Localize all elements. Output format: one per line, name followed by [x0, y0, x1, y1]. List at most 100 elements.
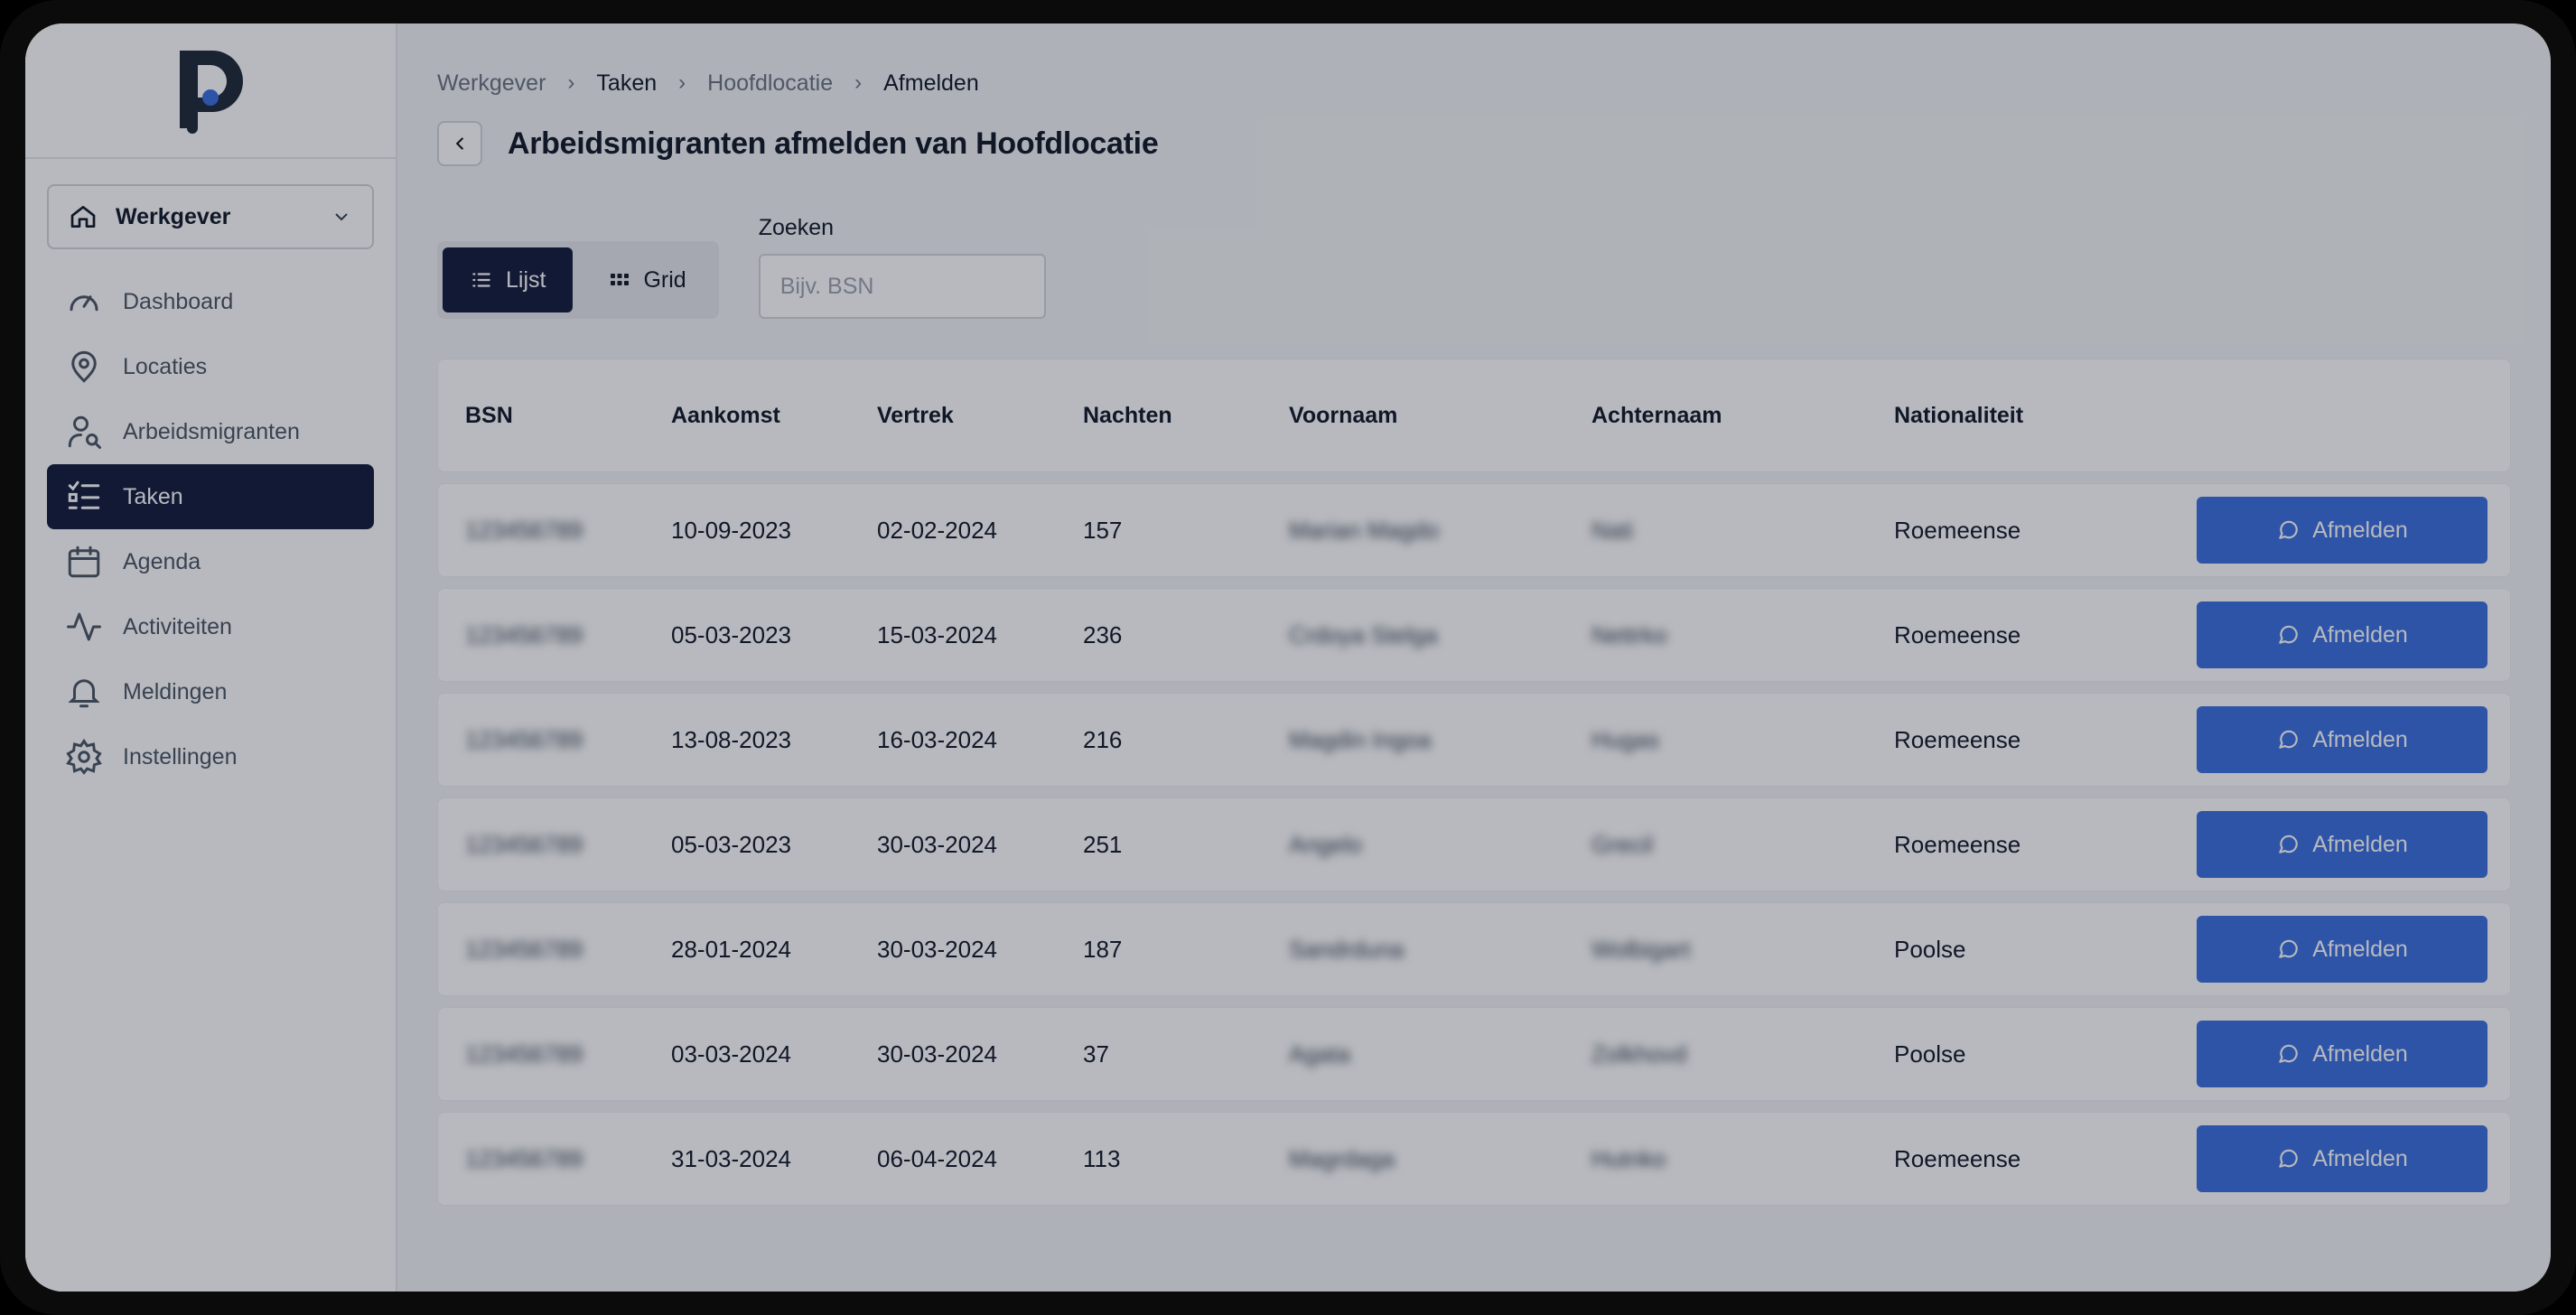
cell-achternaam: Nettrko: [1591, 620, 1667, 648]
grid-icon: [611, 274, 630, 285]
sidebar-item-taken[interactable]: Taken: [47, 464, 374, 529]
cell-bsn: 123456789: [465, 725, 583, 753]
cell-bsn: 123456789: [465, 1144, 583, 1172]
sidebar-item-activiteiten[interactable]: Activiteiten: [47, 594, 374, 659]
afmelden-button[interactable]: Afmelden: [2197, 497, 2487, 564]
device-frame: Werkgever Dashboard Locaties Arbeidsmigr…: [0, 0, 2576, 1315]
grid-view-button[interactable]: Grid: [582, 247, 713, 312]
sidebar-item-arbeidsmigranten[interactable]: Arbeidsmigranten: [47, 399, 374, 464]
sidebar-item-label: Meldingen: [123, 678, 228, 704]
cell-vertrek: 30-03-2024: [877, 1040, 997, 1068]
cell-nachten: 251: [1083, 830, 1123, 858]
afmelden-button[interactable]: Afmelden: [2197, 811, 2487, 878]
afmelden-label: Afmelden: [2312, 621, 2408, 648]
sidebar-item-label: Arbeidsmigranten: [123, 418, 300, 444]
workspace-label: Werkgever: [116, 203, 231, 229]
afmelden-label: Afmelden: [2312, 1145, 2408, 1171]
cell-voornaam: Angelo: [1289, 830, 1362, 858]
sidebar-item-label: Taken: [123, 483, 183, 509]
cell-vertrek: 02-02-2024: [877, 516, 997, 544]
cell-achternaam: Zolkhovd: [1591, 1040, 1687, 1068]
message-circle-icon: [2279, 730, 2298, 749]
cell-bsn: 123456789: [465, 935, 583, 963]
message-circle-icon: [2279, 1044, 2298, 1063]
cell-vertrek: 06-04-2024: [877, 1144, 997, 1172]
cell-nationaliteit: Poolse: [1894, 1040, 1966, 1068]
sidebar-item-label: Activiteiten: [123, 613, 232, 639]
column-header-nationaliteit: Nationaliteit: [1894, 402, 2024, 428]
cell-vertrek: 15-03-2024: [877, 620, 997, 648]
cell-bsn: 123456789: [465, 620, 583, 648]
title-row: Arbeidsmigranten afmelden van Hoofdlocat…: [437, 117, 2515, 170]
cell-voornaam: Magdin Ingoa: [1289, 725, 1432, 753]
grid-view-label: Grid: [643, 266, 686, 293]
cell-aankomst: 05-03-2023: [671, 620, 791, 648]
breadcrumb-werkgever[interactable]: Werkgever: [437, 70, 546, 97]
cell-voornaam: Marian Magdo: [1289, 516, 1440, 544]
cell-achternaam: Grecil: [1591, 830, 1653, 858]
search-input[interactable]: [758, 254, 1046, 319]
cell-voornaam: Sandrduna: [1289, 935, 1405, 963]
afmelden-button[interactable]: Afmelden: [2197, 916, 2487, 983]
cell-aankomst: 05-03-2023: [671, 830, 791, 858]
afmelden-button[interactable]: Afmelden: [2197, 1125, 2487, 1192]
column-header-voornaam: Voornaam: [1289, 402, 1398, 428]
chevron-right-icon: ›: [678, 70, 686, 95]
cell-nachten: 236: [1083, 620, 1123, 648]
back-button[interactable]: [437, 121, 482, 166]
cell-nationaliteit: Roemeense: [1894, 620, 2021, 648]
breadcrumb-taken[interactable]: Taken: [596, 70, 657, 97]
sidebar-item-meldingen[interactable]: Meldingen: [47, 659, 374, 724]
cell-nachten: 157: [1083, 516, 1123, 544]
workspace-selector[interactable]: Werkgever: [47, 184, 374, 249]
cell-nationaliteit: Roemeense: [1894, 1144, 2021, 1172]
breadcrumb: Werkgever › Taken › Hoofdlocatie › Afmel…: [437, 23, 2515, 132]
sidebar-item-instellingen[interactable]: Instellingen: [47, 724, 374, 789]
column-header-aankomst: Aankomst: [671, 402, 780, 428]
sidebar-item-agenda[interactable]: Agenda: [47, 529, 374, 594]
cell-bsn: 123456789: [465, 516, 583, 544]
afmelden-button[interactable]: Afmelden: [2197, 602, 2487, 668]
cell-voornaam: Magrdaga: [1289, 1144, 1395, 1172]
table-row: 123456789 10-09-2023 02-02-2024 157 Mari…: [437, 483, 2511, 577]
afmelden-label: Afmelden: [2312, 517, 2408, 543]
cell-nationaliteit: Poolse: [1894, 935, 1966, 963]
column-header-bsn: BSN: [465, 402, 513, 428]
cell-achternaam: Wolbigart: [1591, 935, 1691, 963]
sidebar-item-dashboard[interactable]: Dashboard: [47, 269, 374, 334]
activity-icon: [67, 612, 101, 641]
sidebar-item-label: Instellingen: [123, 743, 238, 769]
afmelden-label: Afmelden: [2312, 726, 2408, 752]
column-header-vertrek: Vertrek: [877, 402, 954, 428]
list-icon: [472, 273, 490, 287]
sidebar-item-label: Agenda: [123, 548, 201, 574]
view-toggle: Lijst Grid: [437, 241, 719, 319]
gear-icon: [66, 738, 102, 775]
sidebar-item-locaties[interactable]: Locaties: [47, 334, 374, 399]
breadcrumb-hoofdlocatie[interactable]: Hoofdlocatie: [707, 70, 833, 97]
main-content: Werkgever › Taken › Hoofdlocatie › Afmel…: [397, 23, 2551, 1292]
cell-aankomst: 10-09-2023: [671, 516, 791, 544]
list-view-label: Lijst: [506, 266, 546, 293]
gauge-icon: [70, 295, 98, 312]
cell-aankomst: 13-08-2023: [671, 725, 791, 753]
afmelden-button[interactable]: Afmelden: [2197, 1021, 2487, 1087]
message-circle-icon: [2279, 835, 2298, 853]
cell-bsn: 123456789: [465, 1040, 583, 1068]
cell-nachten: 187: [1083, 935, 1123, 963]
chevron-left-icon: [455, 137, 463, 150]
list-view-button[interactable]: Lijst: [443, 247, 574, 312]
cell-nachten: 216: [1083, 725, 1123, 753]
sidebar-nav: Dashboard Locaties Arbeidsmigranten Take…: [25, 269, 396, 789]
sidebar-item-label: Locaties: [123, 353, 208, 379]
afmelden-button[interactable]: Afmelden: [2197, 706, 2487, 773]
afmelden-label: Afmelden: [2312, 1040, 2408, 1067]
bell-icon: [68, 679, 100, 708]
calendar-icon: [68, 546, 100, 578]
cell-bsn: 123456789: [465, 830, 583, 858]
table-row: 123456789 31-03-2024 06-04-2024 113 Magr…: [437, 1112, 2511, 1206]
column-header-achternaam: Achternaam: [1591, 402, 1722, 428]
map-pin-icon: [71, 350, 97, 383]
cell-nationaliteit: Roemeense: [1894, 725, 2021, 753]
logo-area: [25, 23, 396, 159]
